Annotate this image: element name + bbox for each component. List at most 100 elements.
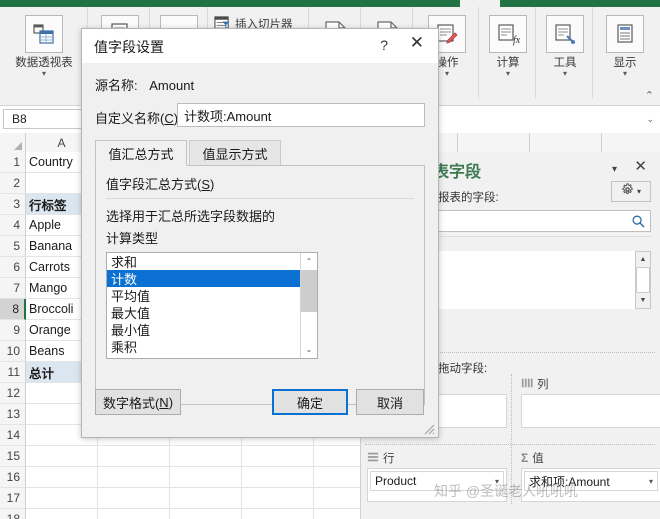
listbox-item-2[interactable]: 平均值 — [107, 287, 317, 304]
zone-values-body[interactable]: 求和项:Amount ▾ — [521, 468, 660, 502]
cell-A18[interactable] — [26, 509, 98, 519]
scroll-up-icon[interactable]: ▲ — [636, 252, 650, 267]
zone-rows-body[interactable]: Product ▾ — [367, 468, 507, 502]
close-icon[interactable]: ✕ — [410, 34, 424, 51]
row-header-6[interactable]: 6 — [0, 257, 26, 278]
field-list-scrollbar[interactable]: ▲ ▼ — [635, 251, 651, 309]
cell-B17[interactable] — [98, 488, 170, 509]
zone-item-chevron-down-icon[interactable]: ▾ — [495, 477, 499, 486]
zone-rows[interactable]: 行 Product ▾ — [367, 450, 507, 502]
zone-item-values-amount[interactable]: 求和项:Amount ▾ — [524, 471, 658, 491]
row-header-10[interactable]: 10 — [0, 341, 26, 362]
number-format-button[interactable]: 数字格式(N) — [95, 389, 181, 415]
ribbon-tab-strip — [0, 0, 660, 7]
ribbon-group-pivottable: 数据透视表 ▾ — [0, 7, 88, 99]
listbox-item-5[interactable]: 乘积 — [107, 338, 317, 355]
tab-show-values-as[interactable]: 值显示方式 — [189, 140, 281, 166]
ribbon-button-tools[interactable]: 工具 ▾ — [533, 15, 597, 78]
cell-D17[interactable] — [242, 488, 314, 509]
custom-name-label: 自定义名称(C): — [95, 108, 182, 127]
zone-columns-body[interactable] — [521, 394, 660, 428]
listbox-scrollbar[interactable]: ⌃ ⌄ — [300, 253, 317, 358]
cell-C16[interactable] — [170, 467, 242, 488]
row-header-16[interactable]: 16 — [0, 467, 26, 488]
ribbon-button-show[interactable]: 显示 ▾ — [593, 15, 657, 78]
tools-icon — [546, 15, 584, 53]
select-all-corner[interactable] — [0, 133, 26, 152]
tab-summarize-values-by[interactable]: 值汇总方式 — [95, 140, 187, 166]
row-header-2[interactable]: 2 — [0, 173, 26, 194]
cell-D16[interactable] — [242, 467, 314, 488]
cell-B15[interactable] — [98, 446, 170, 467]
row-header-13[interactable]: 13 — [0, 404, 26, 425]
cell-A16[interactable] — [26, 467, 98, 488]
cell-A17[interactable] — [26, 488, 98, 509]
ribbon-group-tools: 工具 ▾ — [536, 7, 593, 99]
ribbon-tab-active-gap — [460, 0, 500, 7]
pane-menu-chevron-down-icon[interactable]: ▾ — [612, 164, 617, 175]
cell-B16[interactable] — [98, 467, 170, 488]
collapse-ribbon-icon[interactable]: ⌃ — [645, 89, 654, 102]
dialog-titlebar: 值字段设置 ? ✕ — [82, 29, 438, 63]
custom-name-input[interactable]: 计数项:Amount — [177, 103, 425, 127]
row-header-11[interactable]: 11 — [0, 362, 26, 383]
ribbon-button-pivottable[interactable]: 数据透视表 ▾ — [12, 15, 76, 78]
ribbon-button-calculations[interactable]: fx 计算 ▾ — [476, 15, 540, 78]
row-header-4[interactable]: 4 — [0, 215, 26, 236]
chevron-down-icon[interactable]: ▾ — [506, 70, 510, 78]
listbox-item-1[interactable]: 计数 — [107, 270, 317, 287]
listbox-scrollbar-thumb[interactable] — [301, 270, 317, 312]
cell-B18[interactable] — [98, 509, 170, 519]
scroll-down-icon[interactable]: ▼ — [636, 293, 650, 308]
help-icon[interactable]: ? — [380, 37, 388, 53]
column-header-h[interactable] — [530, 133, 602, 152]
summarize-function-listbox[interactable]: 求和 计数 平均值 最大值 最小值 乘积 ⌃ ⌄ — [106, 252, 318, 359]
pane-tools-button[interactable]: ▾ — [611, 181, 651, 202]
chevron-down-icon[interactable]: ▾ — [445, 70, 449, 78]
pane-tools-chevron-down-icon[interactable]: ▾ — [637, 187, 641, 196]
row-header-1[interactable]: 1 — [0, 152, 26, 173]
zone-vertical-divider — [511, 374, 513, 504]
pane-close-icon[interactable]: ✕ — [634, 159, 647, 174]
column-header-i[interactable] — [602, 133, 660, 152]
row-header-12[interactable]: 12 — [0, 383, 26, 404]
chevron-down-icon[interactable]: ▾ — [563, 70, 567, 78]
show-icon — [606, 15, 644, 53]
cell-D15[interactable] — [242, 446, 314, 467]
row-header-7[interactable]: 7 — [0, 278, 26, 299]
row-header-15[interactable]: 15 — [0, 446, 26, 467]
pivottable-icon — [25, 15, 63, 53]
row-header-3[interactable]: 3 — [0, 194, 26, 215]
listbox-item-0[interactable]: 求和 — [107, 253, 317, 270]
dialog-resize-grip[interactable] — [423, 422, 435, 435]
listbox-item-3[interactable]: 最大值 — [107, 304, 317, 321]
row-header-17[interactable]: 17 — [0, 488, 26, 509]
cell-D18[interactable] — [242, 509, 314, 519]
zone-item-rows-product[interactable]: Product ▾ — [370, 471, 504, 491]
zone-columns[interactable]: 列 — [521, 376, 660, 428]
chevron-down-icon[interactable]: ▾ — [42, 70, 46, 78]
formula-bar-expand-icon[interactable]: ⌄ — [646, 114, 654, 125]
select-all-triangle-icon — [14, 142, 22, 150]
ok-button[interactable]: 确定 — [272, 389, 348, 415]
row-header-5[interactable]: 5 — [0, 236, 26, 257]
zone-item-chevron-down-icon[interactable]: ▾ — [649, 477, 653, 486]
cell-C18[interactable] — [170, 509, 242, 519]
row-header-9[interactable]: 9 — [0, 320, 26, 341]
column-header-g[interactable] — [458, 133, 530, 152]
scrollbar-thumb[interactable] — [636, 267, 650, 293]
row-header-8[interactable]: 8 — [0, 299, 26, 320]
zone-values[interactable]: Σ 值 求和项:Amount ▾ — [521, 450, 660, 502]
row-header-18[interactable]: 18 — [0, 509, 26, 519]
listbox-scroll-up-icon[interactable]: ⌃ — [301, 253, 317, 270]
row-header-14[interactable]: 14 — [0, 425, 26, 446]
cell-C17[interactable] — [170, 488, 242, 509]
cancel-button[interactable]: 取消 — [356, 389, 424, 415]
panel-rule — [106, 198, 414, 199]
cell-A15[interactable] — [26, 446, 98, 467]
listbox-item-4[interactable]: 最小值 — [107, 321, 317, 338]
chevron-down-icon[interactable]: ▾ — [623, 70, 627, 78]
listbox-scroll-down-icon[interactable]: ⌄ — [301, 341, 317, 358]
dialog-body: 源名称: Amount 自定义名称(C): 计数项:Amount 值汇总方式 值… — [82, 63, 438, 437]
cell-C15[interactable] — [170, 446, 242, 467]
